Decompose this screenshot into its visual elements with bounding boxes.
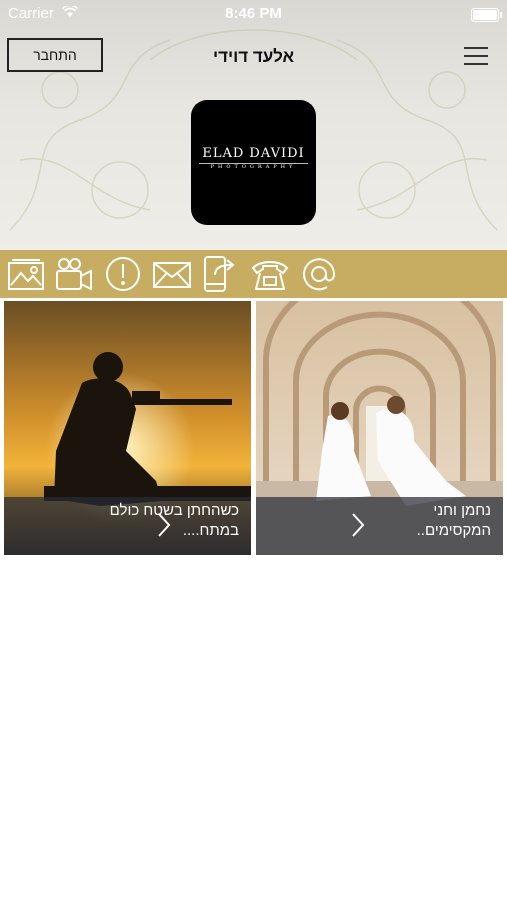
battery-icon	[471, 8, 502, 22]
status-time: 8:46 PM	[225, 5, 282, 22]
card-caption: כשהחתן בשטח כולם במתח....	[4, 497, 251, 555]
logo-sub-text: PHOTOGRAPHY	[210, 164, 297, 170]
card-caption: נחמן וחני המקסימים..	[256, 497, 503, 555]
gallery-card-couple[interactable]: נחמן וחני המקסימים..	[256, 301, 503, 555]
share-phone-icon[interactable]	[201, 255, 241, 293]
at-icon[interactable]	[299, 255, 339, 293]
login-button[interactable]: התחבר	[7, 38, 103, 72]
gallery-grid: כשהחתן בשטח כולם במתח.... נחמן וחני המקס…	[0, 301, 507, 557]
card-caption-text: כשהחתן בשטח כולם במתח....	[109, 502, 239, 539]
telephone-icon[interactable]	[250, 255, 290, 293]
icon-bar	[0, 250, 507, 298]
video-camera-icon[interactable]	[54, 255, 94, 293]
gallery-card-soldier[interactable]: כשהחתן בשטח כולם במתח....	[4, 301, 251, 555]
chevron-right-icon	[352, 513, 365, 537]
info-icon[interactable]	[103, 255, 143, 293]
mail-icon[interactable]	[152, 255, 192, 293]
header: Carrier 8:46 PM התחבר אלעד דוידי ELAD DA…	[0, 0, 507, 250]
logo-main-text: ELAD DAVIDI	[202, 146, 305, 161]
page-title: אלעד דוידי	[212, 47, 295, 66]
status-bar: Carrier 8:46 PM	[0, 0, 507, 28]
logo: ELAD DAVIDI PHOTOGRAPHY	[191, 100, 316, 225]
card-caption-text: נחמן וחני המקסימים..	[416, 502, 491, 539]
gallery-icon[interactable]	[6, 255, 46, 293]
hamburger-menu-icon[interactable]	[464, 47, 488, 65]
